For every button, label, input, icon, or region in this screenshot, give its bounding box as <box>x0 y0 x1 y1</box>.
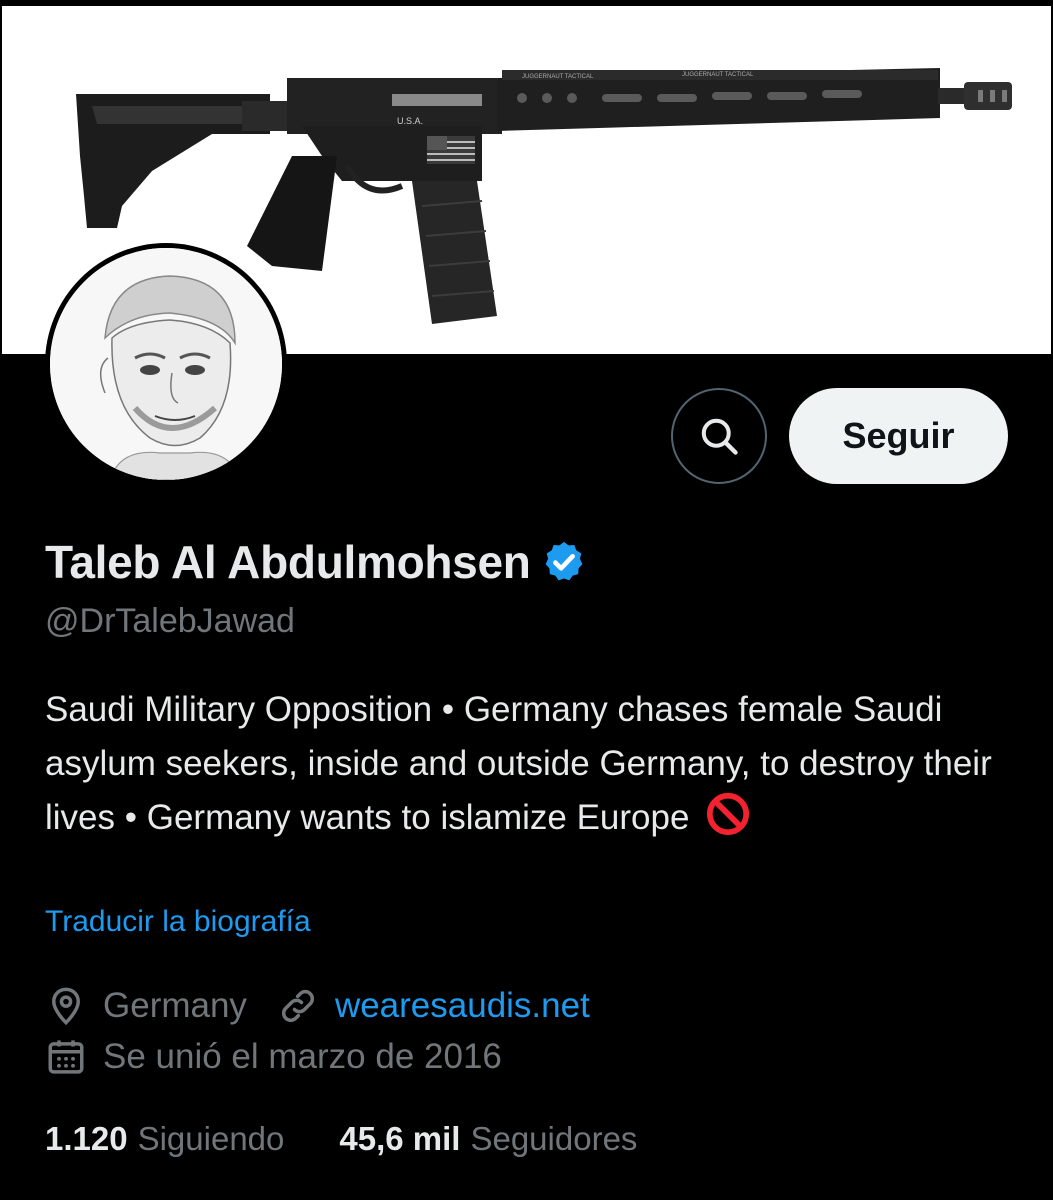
following-count: 1.120 <box>45 1120 128 1157</box>
search-button[interactable] <box>671 388 767 484</box>
profile-screen: U.S.A. JUGGERNAUT TACTICAL JUGGERNAUT TA… <box>0 0 1053 1200</box>
profile-bio: Saudi Military Opposition • Germany chas… <box>45 683 1025 845</box>
profile-website-link[interactable]: wearesaudis.net <box>335 986 590 1026</box>
follow-button[interactable]: Seguir <box>789 388 1008 484</box>
followers-count: 45,6 mil <box>339 1120 461 1157</box>
profile-meta-row-2: Se unió el marzo de 2016 <box>45 1036 502 1078</box>
following-label: Siguiendo <box>137 1120 285 1157</box>
banner-brand-right: JUGGERNAUT TACTICAL <box>682 72 754 78</box>
translate-bio-link[interactable]: Traducir la biografía <box>45 905 311 939</box>
calendar-icon <box>48 1040 84 1074</box>
avatar-sketch-image <box>50 248 282 480</box>
verified-badge-icon[interactable] <box>541 539 587 585</box>
profile-joined-date: Se unió el marzo de 2016 <box>103 1037 502 1076</box>
profile-location: Germany <box>103 986 247 1025</box>
profile-stats: 1.120 Siguiendo 45,6 mil Seguidores <box>45 1120 637 1158</box>
following-stat[interactable]: 1.120 Siguiendo <box>45 1120 284 1158</box>
profile-meta-row-1: Germany wearesaudis.net <box>45 985 590 1027</box>
location-pin-icon <box>51 987 81 1026</box>
followers-stat[interactable]: 45,6 mil Seguidores <box>339 1120 637 1158</box>
no-entry-emoji-icon <box>707 792 750 836</box>
profile-avatar[interactable] <box>45 243 287 485</box>
banner-usa-text: U.S.A. <box>397 116 423 126</box>
profile-name-row: Taleb Al Abdulmohsen <box>45 532 587 592</box>
search-icon <box>701 418 738 455</box>
link-icon <box>281 989 314 1023</box>
followers-label: Seguidores <box>470 1120 638 1157</box>
profile-handle: @DrTalebJawad <box>45 602 295 640</box>
banner-brand-left: JUGGERNAUT TACTICAL <box>522 74 594 80</box>
display-name: Taleb Al Abdulmohsen <box>45 536 531 588</box>
bio-text: Saudi Military Opposition • Germany chas… <box>45 690 992 837</box>
